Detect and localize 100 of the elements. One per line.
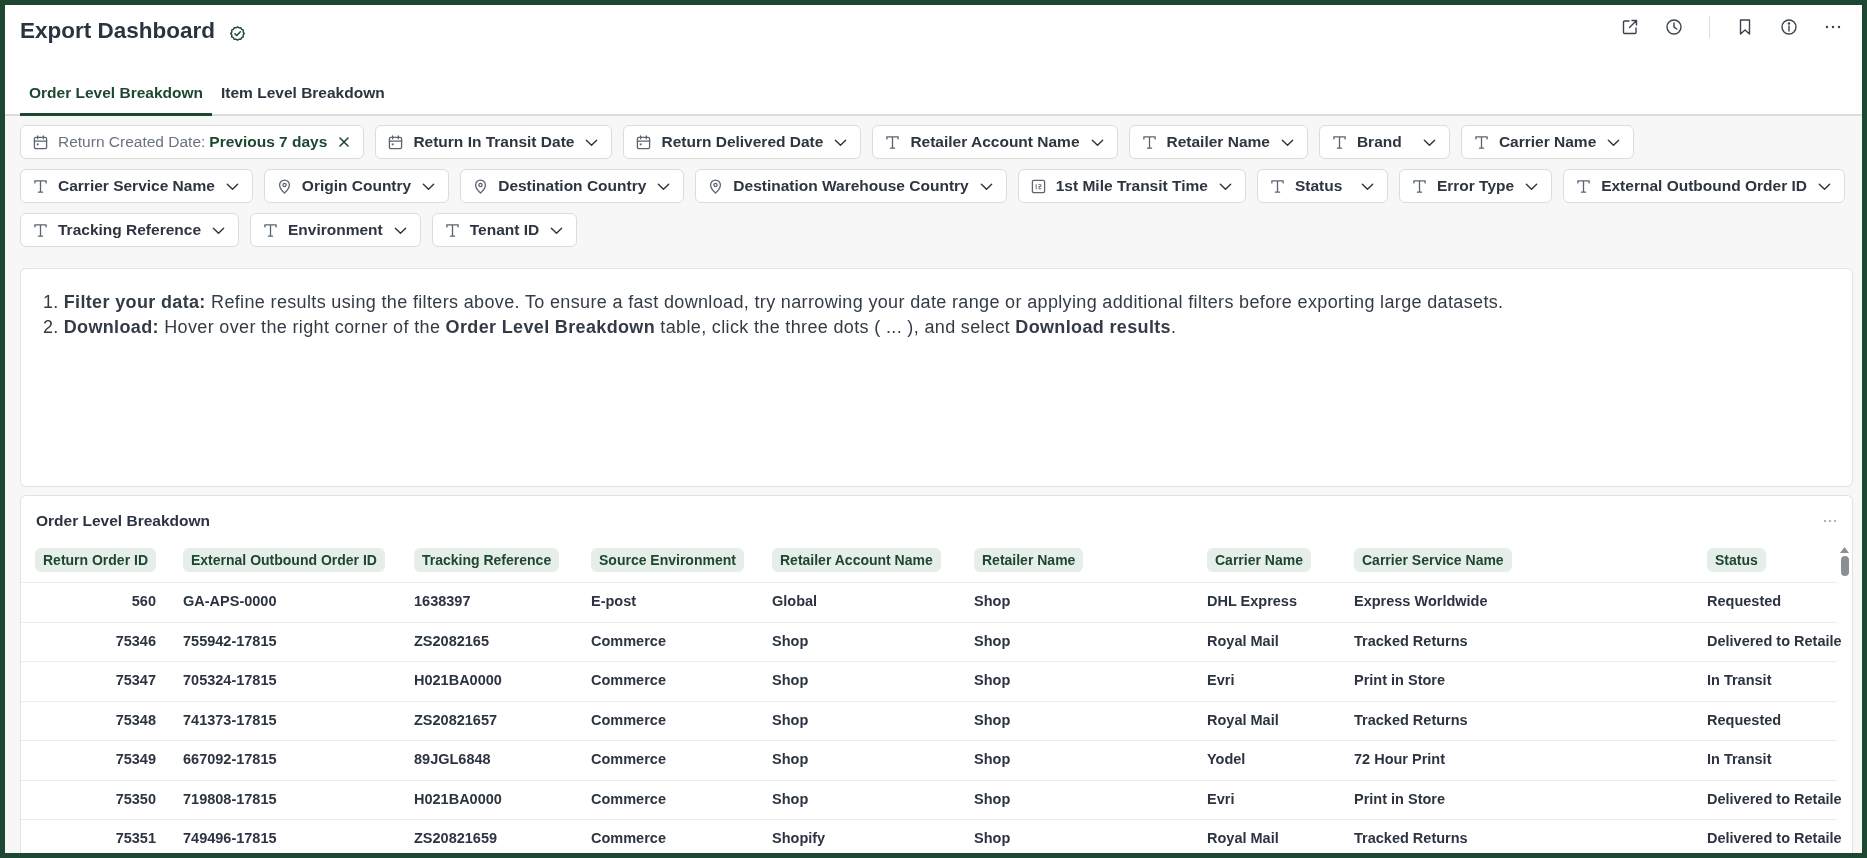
text-type-icon — [1269, 178, 1285, 194]
table-cell-text: 705324-17815 — [183, 671, 278, 691]
table-cell-text: 75348 — [115, 710, 156, 730]
table-cell-text: Shop — [772, 750, 810, 770]
calendar-icon — [636, 134, 652, 150]
table-cell-text: Royal Mail — [1207, 631, 1280, 651]
table-cell-text: Print in Store — [1354, 671, 1447, 691]
table-cell-text: Commerce — [591, 631, 667, 651]
calendar-icon — [33, 134, 48, 150]
table-cell-text: DHL Express — [1207, 592, 1298, 612]
table-cell-text: Global — [772, 592, 819, 612]
table-cell-text: Commerce — [591, 789, 667, 809]
close-icon[interactable] — [337, 135, 352, 149]
table-cell-text: Print in Store — [1354, 789, 1447, 809]
table-cell-text: Royal Mail — [1207, 710, 1280, 730]
column-header[interactable]: Tracking Reference — [414, 548, 560, 572]
text-type-icon — [1576, 178, 1592, 194]
column-header[interactable]: External Outbound Order ID — [183, 548, 385, 572]
filter-button[interactable]: Destination Country — [460, 169, 685, 203]
table-cell-text: E-post — [591, 592, 638, 612]
table-cell-text: 667092-17815 — [183, 750, 278, 770]
number-box-icon — [1030, 178, 1046, 194]
filter-button[interactable]: Environment — [250, 213, 421, 247]
column-header[interactable]: Carrier Service Name — [1354, 548, 1512, 572]
table-cell-text: Delivered to Retaile — [1707, 631, 1842, 651]
table-cell-text: GA-APS-0000 — [183, 592, 278, 612]
table-cell-text: 1638397 — [414, 592, 472, 612]
filter-button[interactable]: Return Created Date: Previous 7 days — [20, 125, 365, 159]
text-type-icon — [1331, 134, 1347, 150]
scroll-up-icon[interactable] — [1840, 547, 1849, 553]
clock-icon[interactable] — [1665, 18, 1683, 36]
table-cell-text: Commerce — [591, 710, 667, 730]
table-cell-text: Commerce — [591, 750, 667, 770]
location-pin-icon — [276, 178, 292, 194]
filter-button[interactable]: Destination Warehouse Country — [695, 169, 1007, 203]
table-cell-text: 75350 — [115, 789, 156, 809]
table-cell-text: 755942-17815 — [183, 631, 278, 651]
table-cell-text: H021BA0000 — [414, 789, 503, 809]
table-cell-text: Shop — [974, 671, 1012, 691]
table-cell-text: Shop — [772, 789, 810, 809]
filter-button[interactable]: 1st Mile Transit Time — [1017, 169, 1246, 203]
table-cell-text: Royal Mail — [1207, 829, 1280, 849]
table-cell-text: H021BA0000 — [414, 671, 503, 691]
table-cell-text: Requested — [1707, 710, 1783, 730]
column-header[interactable]: Source Environment — [591, 548, 744, 572]
filter-button[interactable]: Origin Country — [263, 169, 450, 203]
filter-button[interactable]: Carrier Name — [1460, 125, 1635, 159]
text-type-icon — [1141, 134, 1157, 150]
table-cell-text: Delivered to Retaile — [1707, 789, 1842, 809]
table-cell-text: Evri — [1207, 671, 1236, 691]
text-type-icon — [33, 222, 48, 238]
table-cell-text: ZS2082165 — [414, 631, 490, 651]
table-cell-text: 719808-17815 — [183, 789, 278, 809]
table-cell-text: Delivered to Retaile — [1707, 829, 1842, 849]
external-link-icon[interactable] — [1621, 18, 1639, 36]
table-cell-text: Shop — [974, 631, 1012, 651]
column-header[interactable]: Retailer Name — [974, 548, 1084, 572]
filter-button[interactable]: Retailer Name — [1128, 125, 1308, 159]
table-cell-text: Shop — [974, 789, 1012, 809]
filter-button[interactable]: Tenant ID — [431, 213, 578, 247]
table-cell-text: 741373-17815 — [183, 710, 278, 730]
column-header[interactable]: Retailer Account Name — [772, 548, 941, 572]
text-type-icon — [1411, 178, 1427, 194]
filter-button[interactable]: Brand — [1318, 125, 1450, 159]
column-header[interactable]: Return Order ID — [35, 548, 156, 572]
info-icon[interactable] — [1780, 18, 1798, 36]
filter-button[interactable]: Tracking Reference — [20, 213, 239, 247]
text-type-icon — [444, 222, 460, 238]
table-cell-text: Shop — [974, 829, 1012, 849]
table-cell-text: 75349 — [115, 750, 156, 770]
instruction-text: Filter your data: Refine results using the filters above. To ensure a fast download, try narrowing your date range or applying additional filters before exporting large datasets. — [63, 291, 1504, 314]
text-type-icon — [33, 178, 48, 194]
filter-button[interactable]: Retailer Account Name — [872, 125, 1118, 159]
filter-button[interactable]: Carrier Service Name — [20, 169, 253, 203]
list-number: 1. — [43, 291, 59, 314]
location-pin-icon — [708, 178, 724, 194]
scrollbar-thumb[interactable] — [1840, 556, 1849, 576]
filter-button[interactable]: Return Delivered Date — [623, 125, 862, 159]
filter-button[interactable]: Error Type — [1398, 169, 1553, 203]
table-cell-text: In Transit — [1707, 671, 1773, 691]
table-cell-text: Shop — [772, 710, 810, 730]
tab[interactable]: Item Level Breakdown — [212, 72, 394, 116]
table-cell-text: ZS20821657 — [414, 710, 499, 730]
dashboard-title: Export Dashboard — [20, 17, 216, 45]
table-cell-text: Shopify — [772, 829, 827, 849]
table-title: Order Level Breakdown — [36, 511, 210, 531]
filter-button[interactable]: External Outbound Order ID — [1563, 169, 1845, 203]
column-header[interactable]: Carrier Name — [1207, 548, 1311, 572]
filter-button[interactable]: Return In Transit Date — [375, 125, 613, 159]
table-cell-text: Tracked Returns — [1354, 710, 1469, 730]
table-cell-text: Shop — [772, 631, 810, 651]
table-cell-text: Commerce — [591, 671, 667, 691]
column-header[interactable]: Status — [1707, 548, 1766, 572]
table-cell-text: 75346 — [115, 631, 156, 651]
text-type-icon — [885, 134, 901, 150]
filter-button[interactable]: Status — [1256, 169, 1388, 203]
table-cell-text: 75347 — [115, 671, 156, 691]
table-cell-text: In Transit — [1707, 750, 1773, 770]
table-cell-text: Shop — [772, 671, 810, 691]
tab[interactable]: Order Level Breakdown — [20, 72, 212, 116]
